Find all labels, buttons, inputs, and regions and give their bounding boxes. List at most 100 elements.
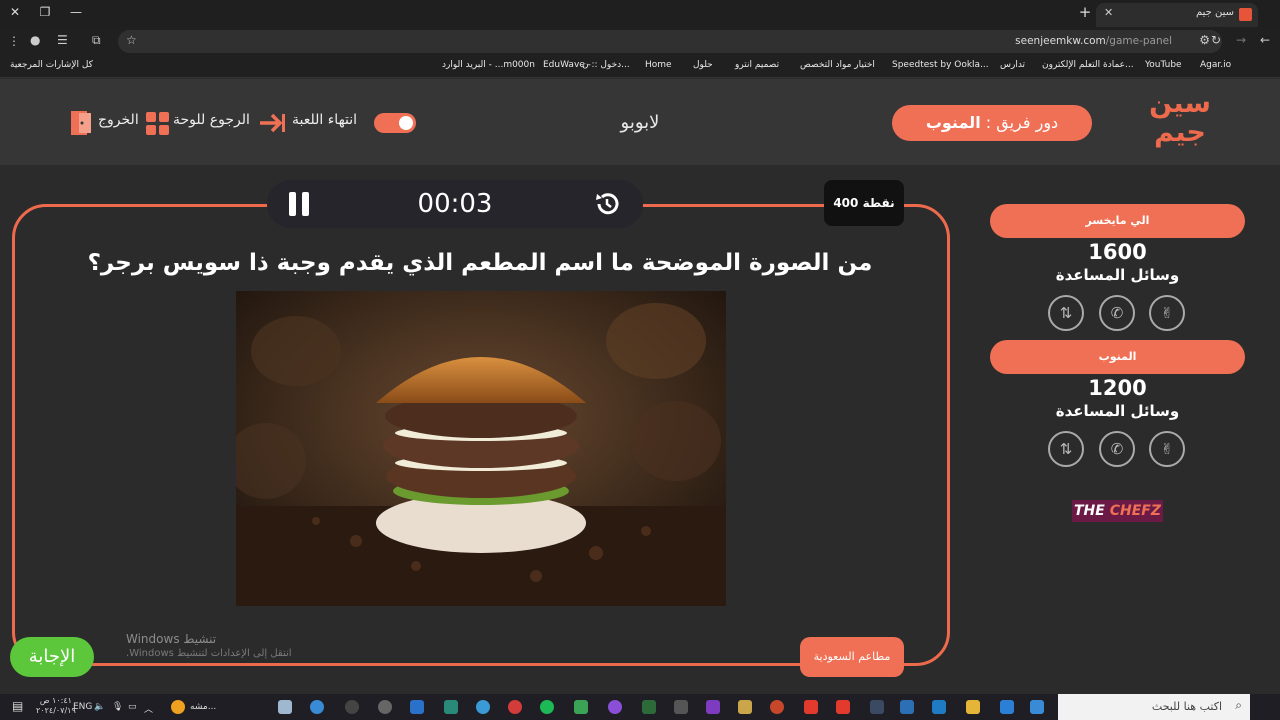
close-window-icon[interactable]: ✕ [5, 5, 25, 19]
site-favicon-icon [1239, 8, 1252, 21]
team-1-score: 1600 [1088, 240, 1147, 264]
taskbar-app-icon[interactable] [738, 700, 752, 714]
taskbar-app-icon[interactable] [410, 700, 424, 714]
taskbar-app-icon[interactable] [706, 700, 720, 714]
bookmark-item[interactable]: Speedtest by Ookla... [892, 60, 989, 70]
spotify-icon[interactable] [540, 700, 554, 714]
minimize-window-icon[interactable]: — [66, 5, 86, 19]
taskbar-app-icon[interactable] [310, 700, 324, 714]
url-text[interactable]: seenjeemkw.com/game-panel [1015, 35, 1172, 47]
seenjeem-logo: سين جيم [1149, 88, 1211, 148]
tray-chevron-icon[interactable]: ︿ [144, 702, 153, 715]
team-2-helpers-label: وسائل المساعدة [1055, 402, 1180, 420]
swap-call-icon[interactable]: ⇅ [1048, 431, 1084, 467]
end-game-toggle[interactable] [374, 113, 416, 133]
board-grid-icon[interactable] [146, 112, 170, 136]
language-indicator[interactable]: ENG [73, 702, 92, 712]
youtube-icon[interactable] [804, 700, 818, 714]
bookmark-item[interactable]: عمادة التعلم الإلكترون... [1042, 60, 1134, 70]
restore-window-icon[interactable]: ❐ [35, 5, 55, 19]
taskbar-app-icon[interactable] [674, 700, 688, 714]
taskbar-app-icon[interactable] [378, 700, 392, 714]
steam-icon[interactable] [870, 700, 884, 714]
phone-icon[interactable]: ✆ [1099, 295, 1135, 331]
bookmark-item[interactable]: EduWave - [543, 60, 591, 70]
taskbar-app-icon[interactable] [171, 700, 185, 714]
profile-icon[interactable]: ● [30, 33, 40, 47]
notifications-icon[interactable]: ▤ [12, 699, 23, 713]
extensions-icon[interactable]: ⧉ [92, 33, 101, 48]
two-answers-icon[interactable]: ✌ [1149, 431, 1185, 467]
turn-prefix: دور فريق : [985, 113, 1059, 132]
taskbar-app-icon[interactable] [476, 700, 490, 714]
tab-search-icon[interactable]: ☰ [57, 33, 68, 47]
team-1-helpers-label: وسائل المساعدة [1055, 266, 1180, 284]
excel-icon[interactable] [642, 700, 656, 714]
network-icon[interactable]: ▭ [128, 702, 137, 712]
current-team-name: لابوبو [620, 112, 660, 133]
reload-icon[interactable]: ↻ [1211, 33, 1221, 47]
team-2-name: المنوب [990, 340, 1245, 374]
taskbar-app-icon[interactable] [608, 700, 622, 714]
volume-icon[interactable]: 🔈 [94, 702, 105, 712]
bookmark-item[interactable]: تصميم انترو [735, 60, 779, 70]
search-icon: ⌕ [1235, 698, 1242, 712]
arrow-right-icon[interactable] [258, 112, 286, 134]
folder-icon[interactable] [966, 700, 980, 714]
taskbar-app-icon[interactable] [1000, 700, 1014, 714]
forward-icon[interactable]: → [1236, 33, 1246, 47]
timer-display: 00:03 [417, 189, 493, 219]
question-text: من الصورة الموضحة ما اسم المطعم الذي يقد… [87, 250, 873, 276]
the-chefz-logo: THE CHEFZ [1072, 500, 1163, 522]
team-2-score: 1200 [1088, 376, 1147, 400]
browser-tab[interactable]: ✕ سين جيم [1096, 3, 1258, 27]
bookmark-item[interactable]: البريد الوارد - ...m000n [442, 60, 535, 70]
bookmark-item[interactable]: YouTube [1145, 60, 1182, 70]
chrome-icon[interactable] [770, 700, 784, 714]
bookmark-item[interactable]: اختيار مواد التخصص [800, 60, 875, 70]
address-bar[interactable]: ☆ seenjeemkw.com/game-panel ⚙ [118, 30, 1222, 53]
tab-close-icon[interactable]: ✕ [1104, 6, 1113, 19]
taskbar-app-icon[interactable] [900, 700, 914, 714]
points-badge: 400 نقطة [824, 180, 904, 226]
back-to-board-label[interactable]: الرجوع للوحة [173, 112, 250, 128]
taskbar-clock[interactable]: ١٠:٤١ ص ٢٠٢٤/٠٧/١٩ [36, 696, 76, 716]
exit-door-icon[interactable] [69, 110, 93, 136]
site-settings-icon[interactable]: ⚙ [1199, 33, 1210, 47]
bookmark-item[interactable]: حلول [693, 60, 713, 70]
new-tab-icon[interactable]: + [1075, 3, 1095, 21]
taskbar-app-icon[interactable] [278, 700, 292, 714]
exit-label[interactable]: الخروج [98, 112, 139, 128]
mic-icon[interactable]: 🎙 [112, 702, 123, 712]
taskbar-app-icon[interactable] [932, 700, 946, 714]
toggle-knob [399, 116, 413, 130]
bookmark-item[interactable]: Agar.io [1200, 60, 1231, 70]
bookmark-item[interactable]: تدارس [1000, 60, 1025, 70]
bookmark-star-icon[interactable]: ☆ [126, 33, 137, 47]
taskbar-app-icon[interactable] [574, 700, 588, 714]
tab-title: سين جيم [1195, 7, 1234, 18]
swap-call-icon[interactable]: ⇅ [1048, 295, 1084, 331]
taskbar-search[interactable]: اكتب هنا للبحث ⌕ [1058, 694, 1250, 720]
taskbar-app-icon[interactable] [1030, 700, 1044, 714]
taskbar-running-app[interactable]: مشه... [190, 702, 216, 712]
back-icon[interactable]: ← [1260, 33, 1270, 47]
reset-timer-icon[interactable] [593, 190, 621, 218]
search-placeholder: اكتب هنا للبحث [1151, 700, 1222, 713]
taskbar-app-icon[interactable] [508, 700, 522, 714]
windows-activation-watermark: تنشيط Windows انتقل إلى الإعدادات لتنشيط… [126, 632, 292, 659]
menu-dots-icon[interactable]: ⋮ [8, 34, 20, 48]
two-answers-icon[interactable]: ✌ [1149, 295, 1185, 331]
burger-image [236, 291, 726, 606]
pause-icon[interactable] [289, 192, 311, 216]
taskbar-app-icon[interactable] [345, 700, 359, 714]
youtube-icon[interactable] [836, 700, 850, 714]
category-badge: مطاعم السعودية [800, 637, 904, 677]
end-game-label[interactable]: انتهاء اللعبة [292, 112, 357, 128]
browser-tab-bar: ✕ ❐ — + ✕ سين جيم [0, 0, 1280, 27]
taskbar-app-icon[interactable] [444, 700, 458, 714]
answer-button[interactable]: الإجابة [10, 637, 94, 677]
phone-icon[interactable]: ✆ [1099, 431, 1135, 467]
all-bookmarks-item[interactable]: كل الإشارات المرجعية [10, 60, 93, 70]
bookmark-item[interactable]: Home [645, 60, 672, 70]
